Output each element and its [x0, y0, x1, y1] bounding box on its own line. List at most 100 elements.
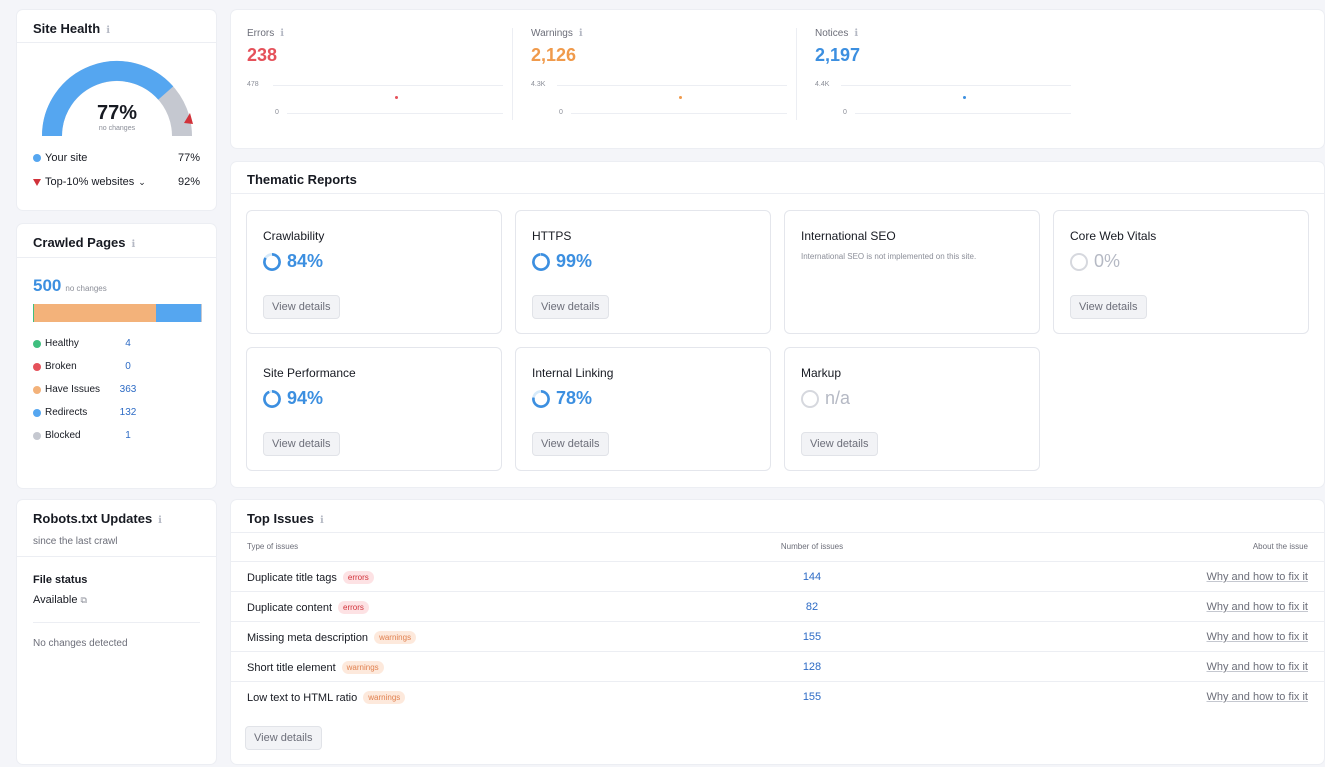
site-health-card: Site Health ℹ 77% no changes Your site 77… — [17, 10, 216, 210]
why-and-how-to-fix-link[interactable]: Why and how to fix it — [1207, 601, 1309, 613]
info-icon[interactable]: ℹ — [158, 515, 162, 526]
info-icon[interactable]: ℹ — [132, 239, 136, 250]
col-about-header: About the issue — [1252, 542, 1308, 551]
metric-label: Notices ℹ — [815, 28, 858, 39]
report-card[interactable]: HTTPS 99% View details — [515, 210, 771, 334]
bar-segment-redirects[interactable] — [156, 304, 201, 322]
metric-data-point — [395, 96, 398, 99]
table-row: Duplicate content errors 82 Why and how to … — [231, 591, 1324, 621]
gridline — [841, 85, 1071, 86]
progress-ring-icon — [1070, 252, 1088, 271]
legend-top-10[interactable]: Top-10% websites ⌄ 92% — [17, 176, 216, 188]
info-icon[interactable]: ℹ — [320, 515, 324, 526]
issue-name[interactable]: Low text to HTML ratio warnings — [247, 691, 406, 704]
report-card[interactable]: Site Performance 94% View details — [246, 347, 502, 471]
crawled-item-value[interactable]: 1 — [113, 430, 143, 441]
metric-axis-min: 0 — [275, 109, 279, 116]
info-icon[interactable]: ℹ — [854, 28, 858, 39]
issue-name-text[interactable]: Duplicate content — [247, 602, 332, 614]
thematic-reports-title: Thematic Reports — [247, 172, 357, 187]
view-details-button[interactable]: View details — [1070, 295, 1147, 319]
issue-name-text[interactable]: Short title element — [247, 662, 336, 674]
metric-1: Warnings ℹ 2,126 4.3K 0 — [531, 10, 801, 148]
why-and-how-to-fix-link[interactable]: Why and how to fix it — [1207, 631, 1309, 643]
crawled-pages-title: Crawled Pages ℹ — [33, 235, 135, 250]
crawled-item-broken[interactable]: Broken 0 — [17, 361, 216, 372]
issue-count[interactable]: 128 — [797, 661, 827, 673]
view-details-button[interactable]: View details — [263, 295, 340, 319]
metric-value[interactable]: 238 — [247, 45, 277, 66]
progress-ring-icon — [263, 389, 281, 408]
report-name: International SEO — [801, 229, 896, 243]
issue-severity-badge: errors — [338, 601, 369, 614]
crawled-item-value[interactable]: 363 — [113, 384, 143, 395]
crawled-item-value[interactable]: 4 — [113, 338, 143, 349]
view-details-button[interactable]: View details — [532, 432, 609, 456]
report-score-value: 84% — [287, 251, 324, 271]
status-dot-icon — [33, 362, 41, 371]
crawled-item-have-issues[interactable]: Have Issues 363 — [17, 384, 216, 395]
view-details-button[interactable]: View details — [263, 432, 340, 456]
issue-name[interactable]: Duplicate title tags errors — [247, 571, 374, 584]
view-details-button[interactable]: View details — [801, 432, 878, 456]
issue-count[interactable]: 82 — [797, 601, 827, 613]
why-and-how-to-fix-link[interactable]: Why and how to fix it — [1207, 661, 1309, 673]
metric-divider — [796, 28, 797, 120]
metric-data-point — [963, 96, 966, 99]
issue-name[interactable]: Duplicate content errors — [247, 601, 369, 614]
issue-name[interactable]: Short title element warnings — [247, 661, 384, 674]
issue-name-text[interactable]: Duplicate title tags — [247, 572, 337, 584]
top-10-triangle-icon — [33, 178, 41, 186]
external-link-icon[interactable]: ⧉ — [81, 595, 87, 605]
crawled-item-healthy[interactable]: Healthy 4 — [17, 338, 216, 349]
info-icon[interactable]: ℹ — [579, 28, 583, 39]
file-status-link[interactable]: Available ⧉ — [33, 594, 87, 606]
report-name: Core Web Vitals — [1070, 229, 1157, 243]
bar-segment-have-issues[interactable] — [34, 304, 157, 322]
col-type-header: Type of issues — [247, 542, 299, 551]
crawled-pages-count[interactable]: 500 — [33, 276, 61, 296]
metric-data-point — [679, 96, 682, 99]
report-card[interactable]: Markup n/a View details — [784, 347, 1040, 471]
metric-value[interactable]: 2,126 — [531, 45, 576, 66]
divider — [231, 193, 1324, 194]
chevron-down-icon[interactable]: ⌄ — [138, 177, 146, 188]
robots-no-changes: No changes detected — [33, 638, 128, 649]
issue-count[interactable]: 155 — [797, 691, 827, 703]
metric-label: Errors ℹ — [247, 28, 284, 39]
view-details-button[interactable]: View details — [532, 295, 609, 319]
divider — [17, 556, 216, 557]
report-card[interactable]: Crawlability 84% View details — [246, 210, 502, 334]
crawled-item-value[interactable]: 132 — [113, 407, 143, 418]
issue-count[interactable]: 144 — [797, 571, 827, 583]
report-name: Site Performance — [263, 366, 356, 380]
robots-subtitle: since the last crawl — [33, 536, 118, 547]
info-icon[interactable]: ℹ — [280, 28, 284, 39]
why-and-how-to-fix-link[interactable]: Why and how to fix it — [1207, 571, 1309, 583]
site-health-title-text: Site Health — [33, 21, 101, 36]
progress-ring-icon — [801, 389, 819, 408]
top-issues-card: Top Issues ℹ Type of issues Number of iss… — [231, 500, 1324, 764]
issue-name-text[interactable]: Missing meta description — [247, 632, 368, 644]
crawled-pages-change: no changes — [65, 284, 107, 293]
crawled-item-blocked[interactable]: Blocked 1 — [17, 430, 216, 441]
why-and-how-to-fix-link[interactable]: Why and how to fix it — [1207, 691, 1309, 703]
info-icon[interactable]: ℹ — [106, 25, 110, 36]
status-dot-icon — [33, 339, 41, 348]
crawled-pages-bar — [33, 304, 201, 322]
report-score-value: 0% — [1094, 251, 1121, 271]
report-card[interactable]: International SEO International SEO is no… — [784, 210, 1040, 334]
metric-value[interactable]: 2,197 — [815, 45, 860, 66]
status-dot-icon — [33, 385, 41, 394]
gridline — [287, 113, 503, 114]
report-card[interactable]: Internal Linking 78% View details — [515, 347, 771, 471]
issue-name-text[interactable]: Low text to HTML ratio — [247, 692, 357, 704]
crawled-item-label: Have Issues — [45, 384, 101, 395]
file-status-value[interactable]: Available — [33, 594, 77, 606]
crawled-item-redirects[interactable]: Redirects 132 — [17, 407, 216, 418]
issue-count[interactable]: 155 — [797, 631, 827, 643]
view-details-button[interactable]: View details — [245, 726, 322, 750]
crawled-item-value[interactable]: 0 — [113, 361, 143, 372]
report-card[interactable]: Core Web Vitals 0% View details — [1053, 210, 1309, 334]
issue-name[interactable]: Missing meta description warnings — [247, 631, 417, 644]
